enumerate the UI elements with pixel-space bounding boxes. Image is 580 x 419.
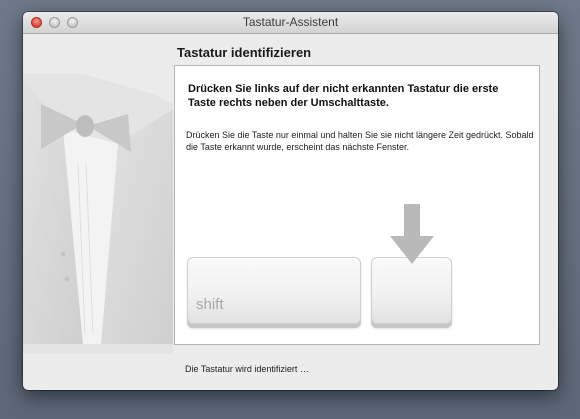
down-arrow-icon [390,204,434,264]
detail-text: Drücken Sie die Taste nur einmal und hal… [186,130,534,152]
tuxedo-icon [23,74,173,354]
instruction-text: Drücken Sie links auf der nicht erkannte… [188,83,499,109]
status-text: Die Tastatur wird identifiziert … [185,364,309,374]
assistant-window: Tastatur-Assistent Tastatur identifizier… [23,12,558,390]
title-bar[interactable]: Tastatur-Assistent [23,12,558,34]
page-title: Tastatur identifizieren [177,45,312,60]
content-panel: Drücken Sie links auf der nicht erkannte… [174,65,540,345]
target-key [371,257,452,324]
window-title: Tastatur-Assistent [242,15,339,29]
shift-key: shift [187,257,361,324]
shift-key-label: shift [196,296,224,313]
